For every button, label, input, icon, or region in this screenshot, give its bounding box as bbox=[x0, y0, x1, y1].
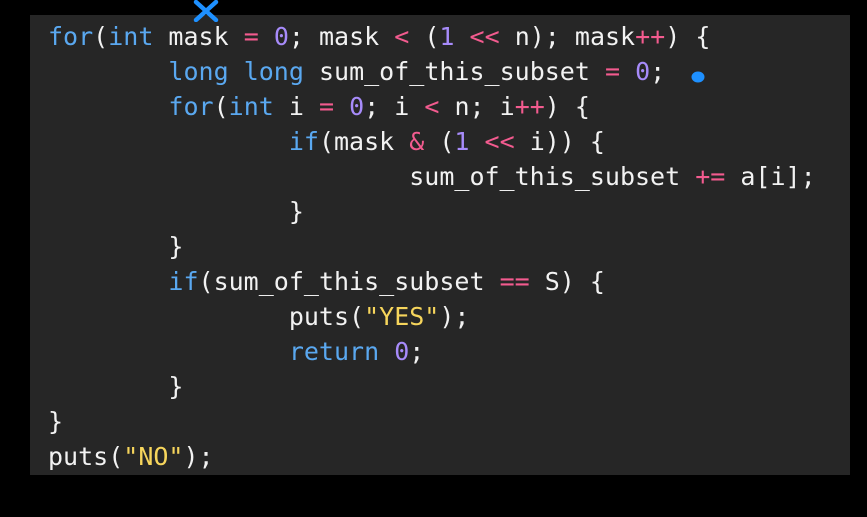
code-token: puts( bbox=[288, 302, 365, 331]
code-token: for bbox=[168, 92, 214, 121]
code-line: return 0; bbox=[48, 334, 816, 369]
code-token: = bbox=[604, 57, 621, 86]
code-token: long bbox=[168, 57, 229, 86]
screen: for(int mask = 0; mask < (1 << n); mask+… bbox=[0, 0, 867, 517]
code-token: 0 bbox=[635, 57, 651, 86]
code-token: 0 bbox=[349, 92, 365, 121]
code-line: for(int mask = 0; mask < (1 << n); mask+… bbox=[48, 19, 816, 54]
code-token: } bbox=[48, 407, 64, 436]
code-token: int bbox=[228, 92, 274, 121]
code-token: S) { bbox=[529, 267, 605, 296]
code-token: ++ bbox=[514, 92, 545, 121]
code-line: for(int i = 0; i < n; i++) { bbox=[48, 89, 816, 124]
code-token: n); mask bbox=[499, 22, 636, 51]
code-token: } bbox=[168, 372, 184, 401]
code-line: } bbox=[48, 369, 816, 404]
code-token: < bbox=[424, 92, 440, 121]
code-editor-panel: for(int mask = 0; mask < (1 << n); mask+… bbox=[30, 15, 850, 475]
code-token: return bbox=[288, 337, 380, 366]
code-token: i bbox=[273, 92, 319, 121]
code-token: ; mask bbox=[288, 22, 395, 51]
code-token: i)) { bbox=[514, 127, 605, 156]
code-token: < bbox=[394, 22, 410, 51]
code-line: if(sum_of_this_subset == S) { bbox=[48, 264, 816, 299]
code-token: "NO" bbox=[123, 442, 184, 471]
code-token: if bbox=[168, 267, 199, 296]
code-token: "YES" bbox=[364, 302, 440, 331]
code-line: } bbox=[48, 194, 816, 229]
code-token: mask bbox=[153, 22, 244, 51]
code-token: ( bbox=[93, 22, 109, 51]
code-token: a[i]; bbox=[725, 162, 816, 191]
code-token: == bbox=[499, 267, 530, 296]
code-line: sum_of_this_subset += a[i]; bbox=[48, 159, 816, 194]
code-token: sum_of_this_subset bbox=[409, 162, 696, 191]
code-token: puts( bbox=[48, 442, 124, 471]
code-token: ( bbox=[424, 127, 455, 156]
code-token: 1 bbox=[454, 127, 470, 156]
code-token: 0 bbox=[394, 337, 410, 366]
code-token: (sum_of_this_subset bbox=[198, 267, 500, 296]
ink-dot-icon bbox=[691, 71, 705, 83]
code-token: << bbox=[469, 22, 500, 51]
code-token: } bbox=[288, 197, 304, 226]
code-token: 1 bbox=[439, 22, 455, 51]
code-line: puts("NO"); bbox=[48, 439, 816, 474]
code-token: & bbox=[409, 127, 425, 156]
code-token: ( bbox=[213, 92, 229, 121]
code-token: += bbox=[695, 162, 726, 191]
code-token: ); bbox=[439, 302, 470, 331]
code-token: (mask bbox=[318, 127, 410, 156]
code-token: = bbox=[318, 92, 335, 121]
code-token: ; i bbox=[364, 92, 425, 121]
code-token: for bbox=[48, 22, 94, 51]
code-token: if bbox=[288, 127, 319, 156]
code-token: << bbox=[484, 127, 515, 156]
code-token: ) { bbox=[665, 22, 711, 51]
code-line: } bbox=[48, 404, 816, 439]
x-mark-icon bbox=[193, 0, 219, 22]
code-token: long bbox=[243, 57, 304, 86]
code-line: puts("YES"); bbox=[48, 299, 816, 334]
code-token: int bbox=[108, 22, 154, 51]
code-token: ( bbox=[409, 22, 440, 51]
code-token: ; bbox=[409, 337, 425, 366]
code-token: ) { bbox=[544, 92, 590, 121]
code-token: ); bbox=[183, 442, 214, 471]
code-token: 0 bbox=[273, 22, 289, 51]
code-token: ++ bbox=[635, 22, 666, 51]
code-line: if(mask & (1 << i)) { bbox=[48, 124, 816, 159]
code-token: sum_of_this_subset bbox=[303, 57, 605, 86]
code-token: n; i bbox=[439, 92, 515, 121]
code-token: ; bbox=[650, 57, 666, 86]
code-token: = bbox=[243, 22, 259, 51]
code-block: for(int mask = 0; mask < (1 << n); mask+… bbox=[48, 19, 816, 474]
code-token: } bbox=[168, 232, 184, 261]
code-line: } bbox=[48, 229, 816, 264]
